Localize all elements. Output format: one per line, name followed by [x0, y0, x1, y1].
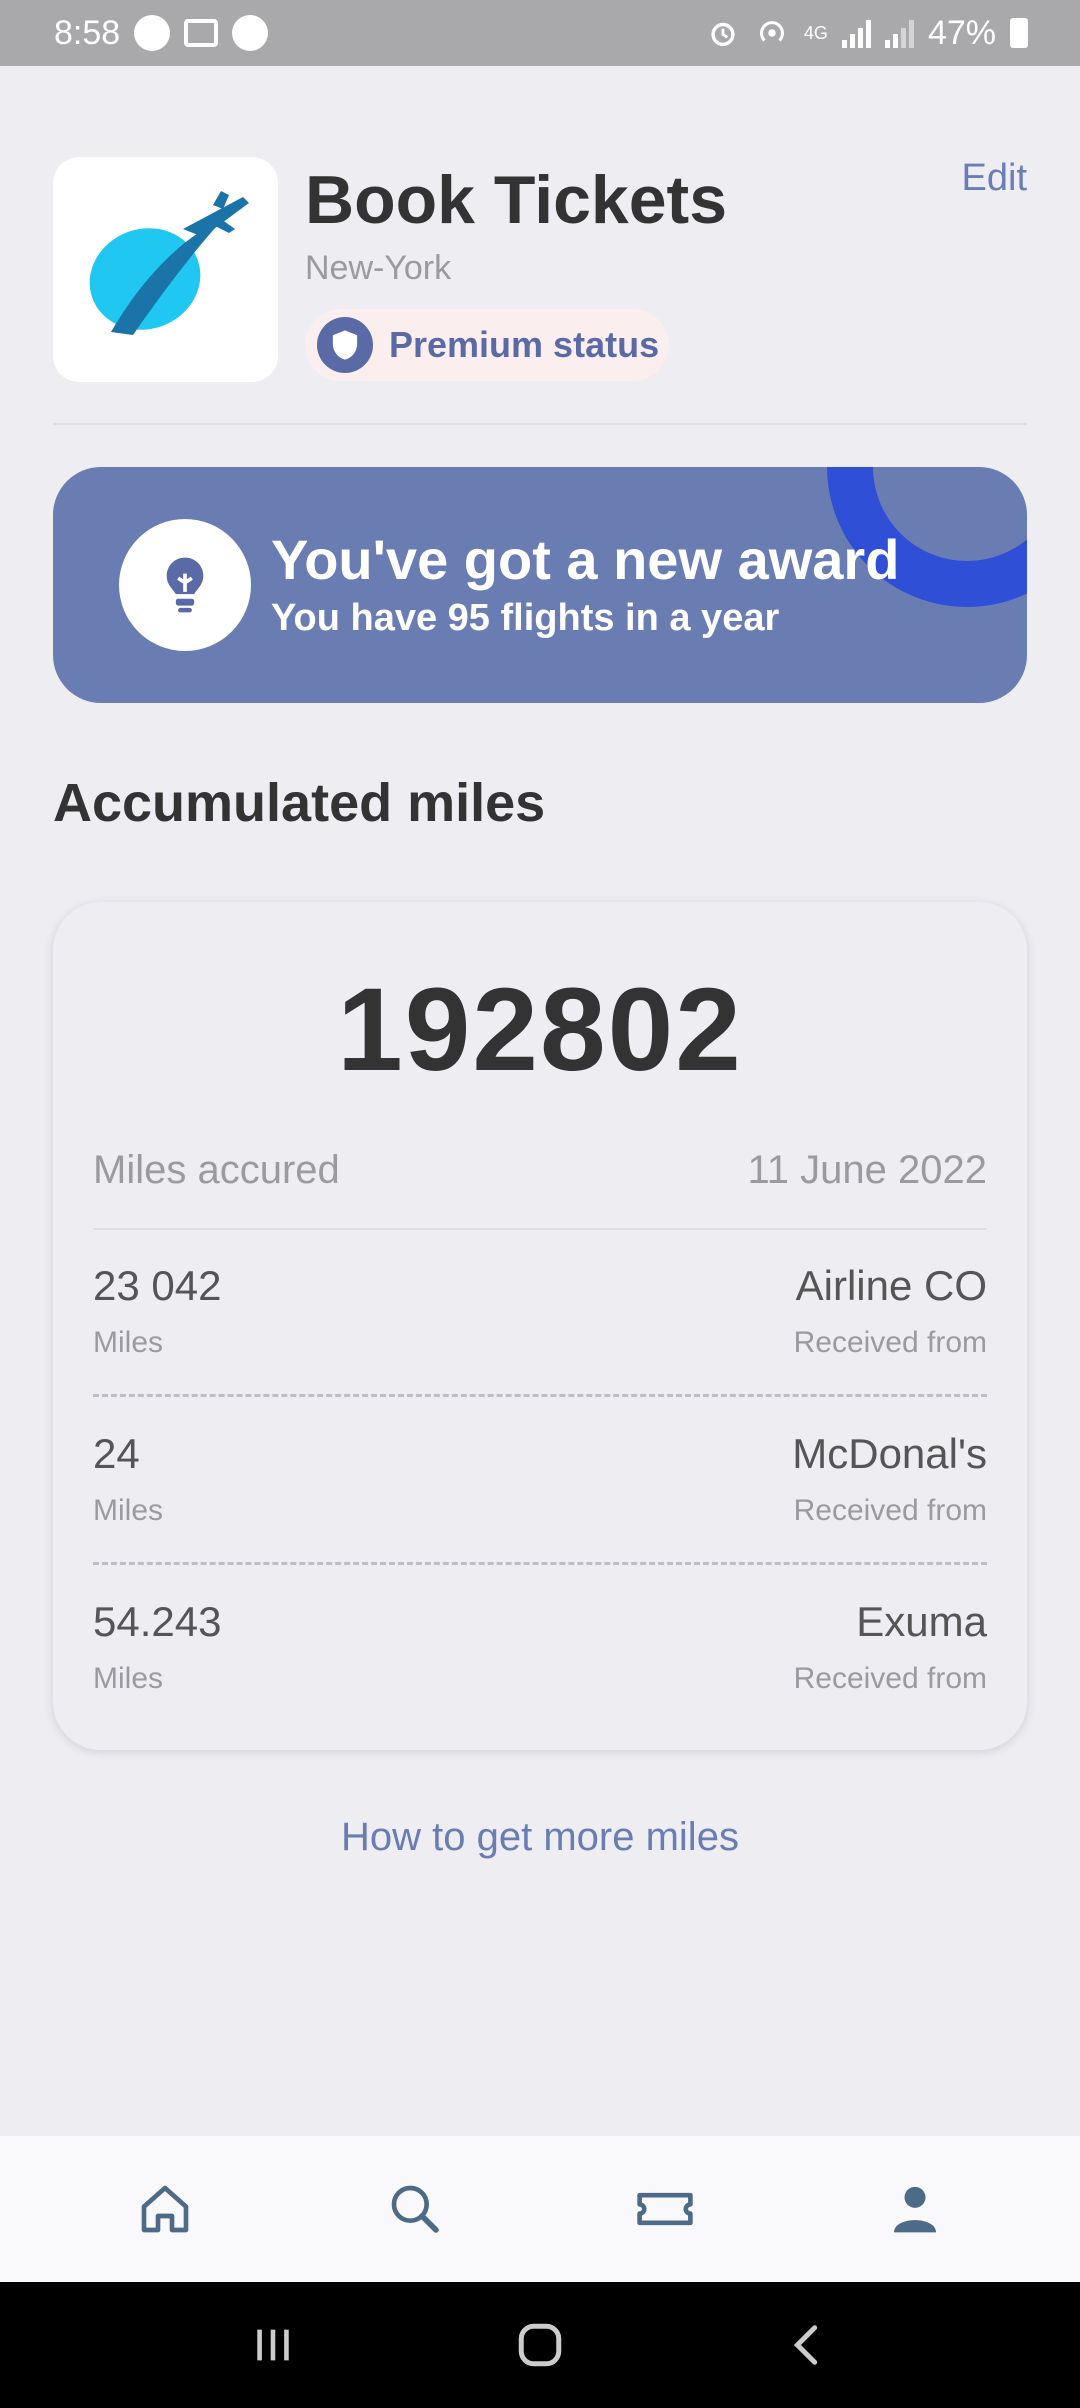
dashed-divider	[93, 1394, 987, 1397]
shield-icon	[317, 317, 373, 373]
city-label: New-York	[305, 249, 452, 287]
status-time: 8:58	[54, 13, 121, 52]
miles-source: Exuma	[856, 1598, 987, 1645]
signal-icon	[841, 18, 871, 48]
miles-source: Airline CO	[795, 1262, 987, 1309]
network-type: 4G	[803, 22, 828, 43]
award-banner[interactable]: You've got a new award You have 95 fligh…	[53, 467, 1027, 703]
miles-value: 54.243	[93, 1598, 222, 1645]
list-item[interactable]: 23 042 Miles Airline CO Received from	[93, 1262, 987, 1382]
profile-icon	[894, 2186, 936, 2233]
accumulated-miles-heading: Accumulated miles	[53, 773, 546, 833]
received-from-label: Received from	[793, 1662, 987, 1695]
status-bar: 8:58 4G 47%	[0, 0, 1080, 66]
nav-home[interactable]	[115, 2159, 215, 2259]
nav-search[interactable]	[365, 2159, 465, 2259]
premium-status-badge[interactable]: Premium status	[305, 309, 669, 381]
home-system-button[interactable]	[500, 2305, 580, 2385]
back-button[interactable]	[767, 2305, 847, 2385]
battery-icon	[1010, 18, 1028, 48]
miles-value: 23 042	[93, 1262, 222, 1309]
gmail-icon	[184, 19, 219, 47]
bitcoin-icon	[232, 15, 269, 51]
list-item[interactable]: 24 Miles McDonal's Received from	[93, 1430, 987, 1550]
nav-tickets[interactable]	[615, 2159, 715, 2259]
miles-accrued-label: Miles accured	[93, 1148, 340, 1192]
recent-apps-button[interactable]	[233, 2305, 313, 2385]
alarm-icon	[711, 22, 735, 47]
miles-unit: Miles	[93, 1326, 164, 1359]
total-miles: 192802	[337, 964, 743, 1096]
list-item[interactable]: 54.243 Miles Exuma Received from	[93, 1598, 987, 1718]
miles-unit: Miles	[93, 1494, 164, 1527]
system-nav-bar	[0, 2282, 1080, 2408]
miles-accrued-date: 11 June 2022	[747, 1148, 987, 1192]
header-divider	[53, 423, 1027, 425]
page-title: Book Tickets	[305, 162, 728, 238]
nav-profile[interactable]	[865, 2159, 965, 2259]
ticket-icon	[637, 2192, 693, 2226]
airplane-logo-icon	[89, 191, 249, 335]
lightbulb-icon	[119, 519, 251, 651]
more-miles-link[interactable]: How to get more miles	[0, 1815, 1080, 1860]
search-icon	[391, 2185, 439, 2233]
whatsapp-icon	[134, 15, 171, 51]
hotspot-icon	[759, 21, 784, 42]
edit-button[interactable]: Edit	[962, 157, 1027, 200]
dashed-divider	[93, 1562, 987, 1565]
profile-header: Book Tickets New-York Premium status Edi…	[53, 157, 1027, 385]
battery-percent: 47%	[927, 13, 996, 52]
app-logo	[53, 157, 278, 382]
received-from-label: Received from	[793, 1494, 987, 1527]
signal-icon-2	[884, 18, 914, 48]
card-divider	[93, 1228, 987, 1230]
miles-unit: Miles	[93, 1662, 164, 1695]
received-from-label: Received from	[793, 1326, 987, 1359]
status-left: 8:58	[54, 13, 269, 53]
award-title: You've got a new award	[271, 528, 900, 591]
miles-card: 192802 Miles accured 11 June 2022 23 042…	[53, 902, 1027, 1750]
award-subtitle: You have 95 flights in a year	[271, 597, 780, 639]
recent-apps-icon	[257, 2329, 290, 2361]
premium-status-label: Premium status	[389, 324, 660, 365]
miles-source: McDonal's	[792, 1430, 987, 1477]
miles-value: 24	[93, 1430, 140, 1477]
home-icon	[141, 2185, 189, 2233]
status-right: 4G 47%	[706, 14, 1028, 53]
bottom-nav	[0, 2136, 1080, 2282]
home-circle-icon	[518, 2323, 562, 2367]
back-icon	[793, 2325, 817, 2365]
